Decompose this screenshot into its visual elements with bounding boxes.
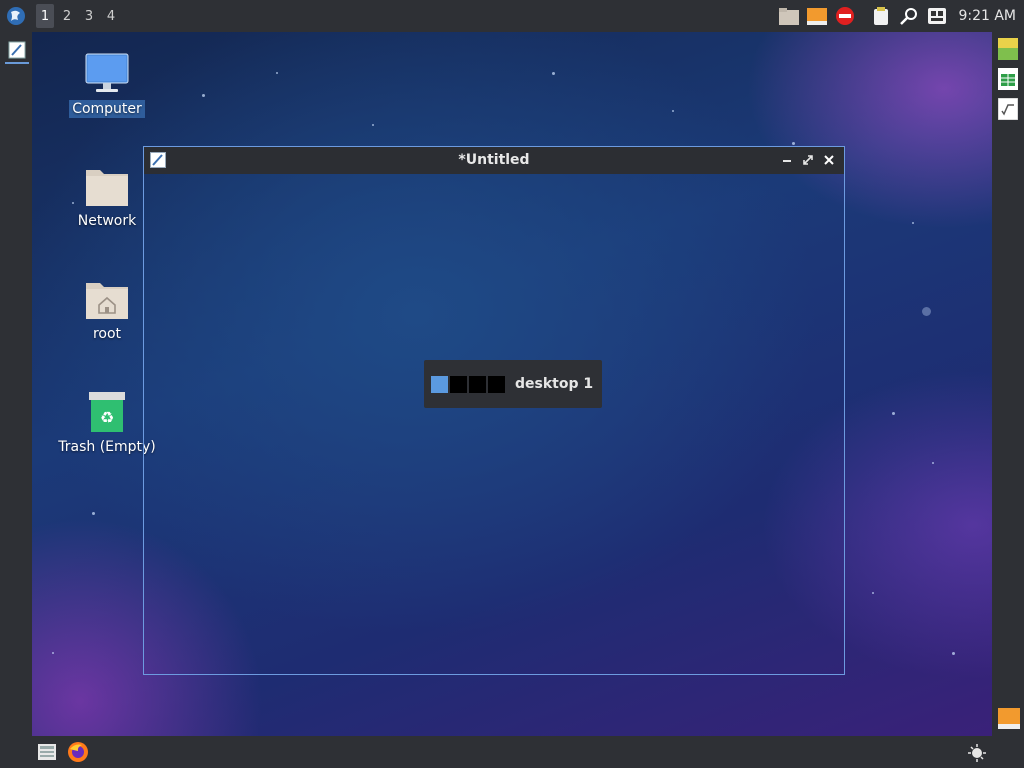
window-title: *Untitled <box>458 152 530 168</box>
folder-icon <box>83 162 131 210</box>
desktop-pager <box>431 375 507 393</box>
drive-icon <box>998 708 1020 729</box>
quicklaunch-formula[interactable] <box>997 97 1019 121</box>
keyboard-layout-icon <box>928 8 947 24</box>
drive-icon <box>807 8 828 25</box>
svg-text:♻: ♻ <box>100 408 114 427</box>
workspace-4-button[interactable]: 4 <box>102 4 120 28</box>
app-menu-button[interactable] <box>4 4 28 28</box>
show-desktop-button[interactable] <box>35 740 59 764</box>
maximize-icon <box>803 155 813 165</box>
firefox-icon <box>68 742 88 762</box>
workspace-3-button[interactable]: 3 <box>80 4 98 28</box>
desktop-icon-trash[interactable]: ♻ Trash (Empty) <box>57 388 157 456</box>
computer-icon <box>83 50 131 98</box>
pager-desktop-3 <box>469 375 486 393</box>
pager-desktop-2 <box>450 375 467 393</box>
desktop-icon-computer[interactable]: Computer <box>57 50 157 118</box>
screen: Computer Network root ♻ Trash (Empty) *U… <box>0 0 1024 768</box>
desktop-icon-label: Computer <box>69 100 145 118</box>
quicklaunch-spreadsheet[interactable] <box>998 68 1018 90</box>
maximize-button[interactable] <box>799 152 817 168</box>
close-button[interactable] <box>820 152 838 168</box>
bottom-panel <box>0 736 1024 768</box>
desktop-icon-network[interactable]: Network <box>57 162 157 230</box>
window-titlebar[interactable]: *Untitled <box>144 147 844 174</box>
workspace-1-button[interactable]: 1 <box>36 4 54 28</box>
file-manager-icon <box>38 744 56 760</box>
tray-item-drive[interactable] <box>806 5 828 27</box>
taskbar-item-text-editor[interactable] <box>5 38 29 64</box>
left-taskbar <box>0 32 32 736</box>
desktop-icon-root[interactable]: root <box>57 275 157 343</box>
home-folder-icon <box>83 275 131 323</box>
text-editor-icon <box>8 41 26 59</box>
minimize-icon <box>783 160 791 162</box>
tray-item-no-entry[interactable] <box>834 5 856 27</box>
brightness-icon <box>968 744 986 762</box>
launch-firefox-button[interactable] <box>66 740 90 764</box>
close-icon <box>824 155 834 165</box>
system-tray: 9:21 AM <box>772 4 1016 28</box>
right-quicklaunch <box>992 32 1024 736</box>
quicklaunch-drive[interactable] <box>998 708 1020 730</box>
tray-item-folder[interactable] <box>778 5 800 27</box>
desktop-switch-popup: desktop 1 <box>424 360 602 408</box>
no-entry-icon <box>836 7 855 25</box>
text-editor-window[interactable]: *Untitled <box>143 146 845 675</box>
pager-desktop-1 <box>431 375 448 393</box>
formula-icon <box>997 97 1019 121</box>
folder-icon <box>779 8 800 25</box>
desktop-icon-label: root <box>92 326 122 342</box>
clock[interactable]: 9:21 AM <box>958 8 1016 24</box>
search-icon <box>900 8 918 25</box>
tray-item-search[interactable] <box>898 5 920 27</box>
minimize-button[interactable] <box>778 152 796 168</box>
trash-icon: ♻ <box>83 388 131 436</box>
clipboard-icon <box>874 7 889 25</box>
current-desktop-label: desktop 1 <box>515 376 594 392</box>
lxqt-logo-icon <box>7 7 25 25</box>
top-panel: 1 2 3 4 9:21 AM <box>0 0 1024 32</box>
tray-item-clipboard[interactable] <box>870 5 892 27</box>
settings-applet[interactable] <box>964 740 988 764</box>
pager-desktop-4 <box>488 375 505 393</box>
quicklaunch-qt-designer[interactable] <box>998 38 1018 60</box>
desktop-icon-label: Network <box>77 213 137 229</box>
tray-item-keyboard-layout[interactable] <box>926 5 948 27</box>
qt-app-icon <box>998 38 1018 60</box>
workspace-2-button[interactable]: 2 <box>58 4 76 28</box>
spreadsheet-icon <box>998 68 1018 90</box>
